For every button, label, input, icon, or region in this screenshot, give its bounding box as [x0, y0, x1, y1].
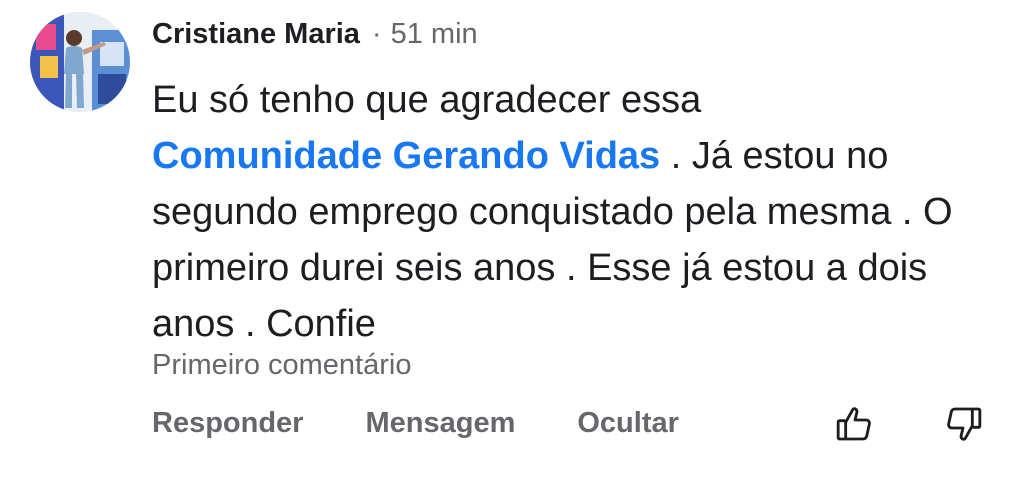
message-button[interactable]: Mensagem: [365, 407, 515, 440]
comment-body: Eu só tenho que agradecer essa Comunidade…: [152, 72, 992, 352]
thumbs-up-icon[interactable]: [834, 404, 874, 444]
header-separator: ·: [371, 17, 382, 50]
comment-text-start: Eu só tenho que agradecer essa: [152, 79, 702, 121]
comment: Cristiane Maria · 51 min Eu só tenho que…: [0, 0, 1024, 485]
reply-button[interactable]: Responder: [152, 407, 303, 440]
comment-timestamp[interactable]: 51 min: [391, 18, 478, 51]
comment-actions: Responder Mensagem Ocultar: [152, 403, 741, 443]
avatar[interactable]: [30, 12, 130, 112]
thumbs-down-icon[interactable]: [944, 404, 984, 444]
hide-button[interactable]: Ocultar: [577, 407, 679, 440]
author-name[interactable]: Cristiane Maria: [152, 18, 360, 51]
avatar-image: [30, 12, 130, 112]
mention-link[interactable]: Comunidade Gerando Vidas: [152, 135, 660, 177]
first-comment-label: Primeiro comentário: [152, 349, 412, 381]
comment-header: Cristiane Maria · 51 min: [152, 15, 478, 53]
